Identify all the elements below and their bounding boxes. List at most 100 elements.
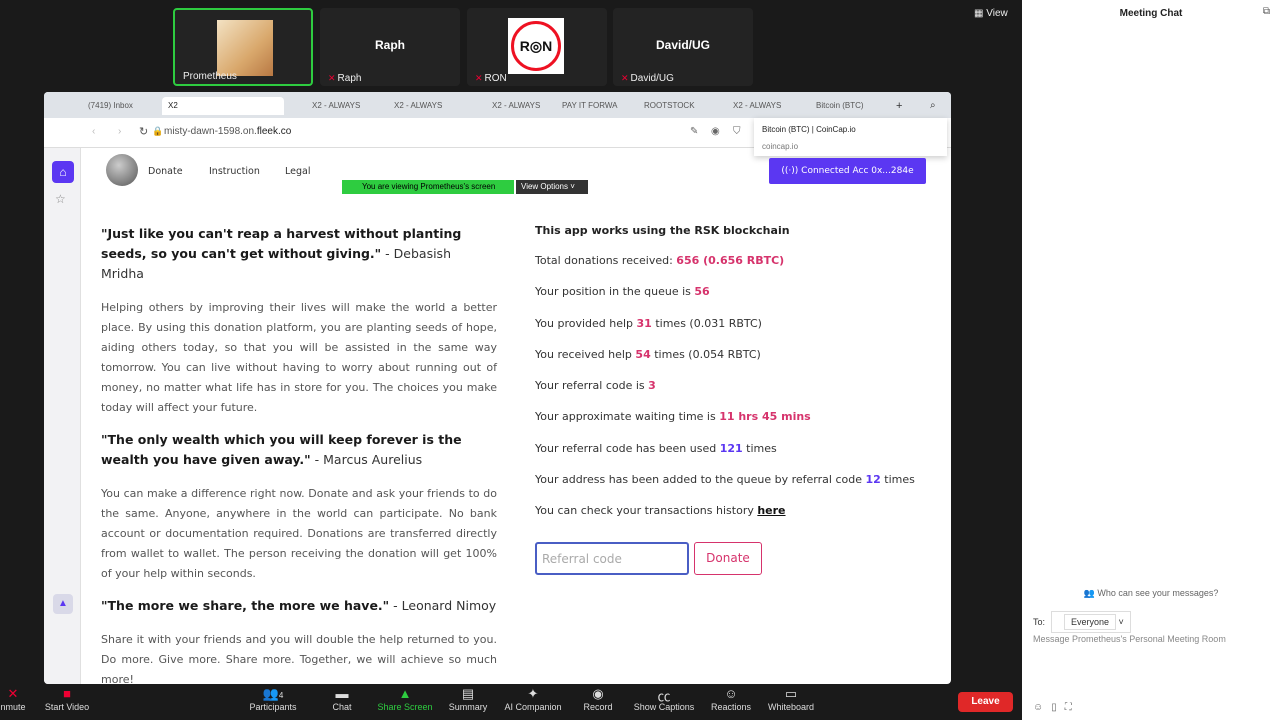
record-button[interactable]: ◉ Record [580,686,616,712]
stat-waiting-time: Your approximate waiting time is 11 hrs … [535,410,811,424]
browser-sidebar: ⌂ ☆ ▲ [44,148,81,684]
stat-total-donations: Total donations received: 656 (0.656 RBT… [535,254,785,267]
chat-visibility-link[interactable]: 👥 Who can see your messages? [1022,588,1280,599]
participant-tile-david[interactable]: David/UG ✕ David/UG [613,8,753,86]
nav-instruction-link[interactable]: Instruction [209,166,260,177]
tab-x2-always[interactable]: X2 - ALWAYS [486,97,552,115]
participant-avatar: R◎N [508,18,564,74]
video-off-icon: ■ [63,686,71,701]
muted-mic-icon: ✕ [328,73,336,83]
popout-icon[interactable]: ⧉ [1263,6,1270,17]
chat-icon: ▬ [335,686,349,701]
nav-legal-link[interactable]: Legal [285,166,310,177]
paragraph: Share it with your friends and you will … [101,633,497,684]
participant-name: RON [484,73,507,84]
share-screen-button[interactable]: ▲ Share Screen [374,686,436,712]
forward-icon[interactable]: › [118,126,121,137]
participant-tile-prometheus[interactable]: Prometheus [173,8,313,86]
whiteboard-button[interactable]: ▭ Whiteboard [764,686,818,712]
summary-button[interactable]: ▤ Summary [446,686,490,712]
tab-x2-always[interactable]: X2 - ALWAYS [727,97,803,115]
tab-strip: (7419) Inbox X2 X2 - ALWAYS X2 - ALWAYS … [44,92,951,118]
participant-display-name: Raph [375,38,405,52]
whiteboard-icon: ▭ [784,686,798,701]
muted-mic-icon: ✕ [621,73,629,83]
summary-icon: ▤ [461,686,475,701]
sparkle-icon: ✦ [527,686,539,701]
stats-title: This app works using the RSK blockchain [535,224,790,237]
tab-rootstock[interactable]: ROOTSTOCK [638,97,718,115]
donate-button[interactable]: Donate [694,542,762,575]
meeting-toolbar: ✕ nmute ■ Start Video 👥4 Participants ▬ Chat… [0,684,1022,720]
quotes-column: "Just like you can't reap a harvest with… [101,224,497,684]
participants-icon: 👥 [262,686,279,701]
stat-history: You can check your transactions history … [535,504,786,518]
ai-companion-button[interactable]: ✦ AI Companion [502,686,564,712]
donation-page: Donate Instruction Legal ((·)) Connected… [82,148,951,684]
ron-logo: R◎N [511,21,561,71]
reload-icon[interactable]: ↻ [139,125,148,138]
participant-tile-raph[interactable]: Raph ✕ Raph [320,8,460,86]
participant-name: David/UG [630,73,674,84]
stats-column: This app works using the RSK blockchain … [535,224,935,575]
emoji-icon[interactable]: ☺ [1033,702,1051,713]
nav-donate-link[interactable]: Donate [148,166,183,177]
view-button[interactable]: ▦ View [974,8,1008,19]
start-video-button[interactable]: ■ Start Video [40,686,94,712]
stat-provided-help: You provided help 31 times (0.031 RBTC) [535,316,762,330]
record-icon: ◉ [592,686,604,701]
participant-name: Prometheus [183,71,237,82]
tab-bitcoin[interactable]: Bitcoin (BTC) [810,97,886,115]
stat-added-by-referral: Your address has been added to the queue… [535,473,915,487]
file-icon[interactable]: ▯ [1051,702,1065,713]
search-icon[interactable]: ⌕ [924,97,940,115]
quote: "The only wealth which you will keep for… [101,432,462,467]
leave-button[interactable]: Leave [958,692,1013,712]
paragraph: Helping others by improving their lives … [101,301,497,414]
quote: "The more we share, the more we have." -… [101,598,497,613]
participant-tile-ron[interactable]: R◎N ✕ RON [467,8,607,86]
shared-browser-window: (7419) Inbox X2 X2 - ALWAYS X2 - ALWAYS … [44,92,951,684]
wifi-icon: ((·)) [781,166,802,176]
screenshot-icon[interactable]: ⛶ [1065,702,1080,713]
unmute-button[interactable]: ✕ nmute [0,686,26,712]
tab-pay-it-forward[interactable]: PAY IT FORWA [556,97,634,115]
app-icon[interactable]: ▲ [53,594,73,614]
participant-avatar [217,20,273,76]
grid-icon: ▦ [974,8,987,19]
chat-recipient: To: Everyone ˅ [1033,611,1131,633]
participants-button[interactable]: 👥4 Participants [246,686,300,712]
stat-queue-position: Your position in the queue is 56 [535,285,710,299]
chat-message-input[interactable]: Message Prometheus's Personal Meeting Ro… [1033,634,1226,644]
new-tab-icon[interactable]: + [890,97,904,115]
tab-x2-always[interactable]: X2 - ALWAYS [306,97,382,115]
stat-referral-code: Your referral code is 3 [535,379,656,393]
participant-name: Raph [337,73,362,84]
connected-account-button[interactable]: ((·)) Connected Acc 0x...284e [769,158,926,184]
tab-x2-always[interactable]: X2 - ALWAYS [388,97,454,115]
show-captions-button[interactable]: ㏄ Show Captions [630,686,698,712]
camera-icon[interactable]: ◉ [711,126,720,137]
home-icon[interactable]: ⌂ [52,161,74,183]
participant-display-name: David/UG [655,38,710,52]
url-field[interactable]: misty-dawn-1598.on.fleek.co [164,126,291,137]
tab-inbox[interactable]: (7419) Inbox [82,97,154,115]
chat-button[interactable]: ▬ Chat [328,686,356,712]
edit-icon[interactable]: ✎ [690,126,698,137]
reaction-icon: ☺ [724,686,738,701]
paragraph: You can make a difference right now. Don… [101,487,497,580]
recipient-dropdown[interactable]: Everyone ˅ [1051,611,1131,633]
back-icon[interactable]: ‹ [92,126,95,137]
star-icon[interactable]: ☆ [55,192,66,206]
history-link[interactable]: here [757,504,785,517]
lock-icon: 🔒 [152,126,164,136]
quote: "Just like you can't reap a harvest with… [101,226,462,281]
referral-code-input[interactable]: Referral code [535,542,689,575]
reactions-button[interactable]: ☺ Reactions [708,686,754,712]
tab-x2[interactable]: X2 [162,97,284,115]
shield-icon[interactable]: ⛉ [733,126,741,137]
muted-mic-icon: ✕ [7,686,19,701]
stat-referral-used: Your referral code has been used 121 tim… [535,441,777,455]
captions-icon: ㏄ [657,689,671,704]
site-logo[interactable] [106,154,138,186]
